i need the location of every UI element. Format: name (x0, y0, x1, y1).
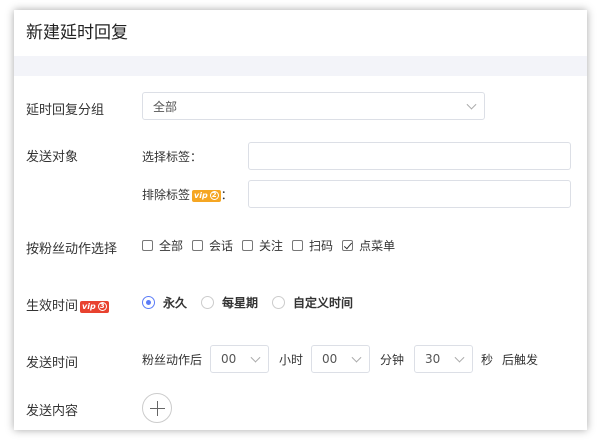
chevron-down-icon (454, 352, 465, 363)
action-checkbox-label: 全部 (159, 239, 184, 253)
action-checkbox[interactable]: 会话 (192, 237, 233, 254)
second-value: 30 (425, 352, 441, 366)
exclude-tags-label-wrap: 排除标签 vip 2： (142, 186, 233, 203)
effective-time-radio[interactable]: 永久 (142, 294, 187, 311)
group-select-value: 全部 (153, 99, 178, 114)
action-checkbox-label: 扫码 (309, 239, 334, 253)
effective-time-radio-label: 自定义时间 (293, 296, 354, 310)
select-tags-input[interactable] (248, 142, 571, 170)
exclude-tags-colon: ： (220, 188, 233, 202)
minute-select[interactable]: 00 (311, 345, 370, 373)
second-select[interactable]: 30 (414, 345, 473, 373)
chevron-down-icon (250, 352, 261, 363)
send-time-prefix: 粉丝动作后 (142, 353, 203, 367)
send-time-suffix: 后触发 (502, 353, 539, 367)
group-select[interactable]: 全部 (142, 92, 485, 120)
effective-time-radio[interactable]: 每星期 (201, 294, 258, 311)
action-checkbox[interactable]: 全部 (142, 237, 183, 254)
vip-badge-text: vip (82, 302, 96, 311)
header-divider-band (14, 56, 587, 76)
vip-level-number: 2 (209, 191, 219, 200)
new-delay-reply-panel: 新建延时回复 延时回复分组 全部 发送对象 选择标签： 排除标签 vip 2： 按粉… (14, 10, 587, 430)
action-checkbox-label: 关注 (259, 239, 284, 253)
chevron-down-icon (466, 99, 477, 110)
vip-badge: vip 2 (192, 189, 221, 202)
content-label: 发送内容 (26, 404, 79, 419)
effective-time-radio[interactable]: 自定义时间 (272, 294, 353, 311)
action-checkbox-label: 会话 (209, 239, 234, 253)
target-label: 发送对象 (26, 150, 79, 165)
action-checkbox[interactable]: 关注 (242, 237, 283, 254)
radio-selected-icon[interactable] (142, 296, 155, 309)
action-checkbox-label: 点菜单 (359, 239, 396, 253)
minute-value: 00 (322, 352, 338, 366)
effective-time-radio-label: 永久 (163, 296, 188, 310)
action-label: 按粉丝动作选择 (26, 242, 118, 257)
effective-time-radio-label: 每星期 (222, 296, 259, 310)
checkbox-checked-icon[interactable] (342, 240, 354, 251)
action-checkbox-group: 全部 会话 关注 扫码 点菜单 (142, 237, 404, 254)
select-tags-label: 选择标签： (142, 150, 203, 164)
exclude-tags-input[interactable] (248, 180, 571, 208)
hour-select[interactable]: 00 (210, 345, 269, 373)
action-checkbox[interactable]: 点菜单 (342, 237, 395, 254)
second-unit: 秒 (481, 353, 494, 367)
minute-unit: 分钟 (380, 353, 405, 367)
checkbox-icon[interactable] (292, 240, 304, 251)
page-title: 新建延时回复 (26, 23, 128, 43)
radio-icon[interactable] (272, 296, 286, 309)
radio-icon[interactable] (201, 296, 215, 309)
checkbox-icon[interactable] (142, 240, 153, 251)
action-checkbox[interactable]: 扫码 (292, 237, 333, 254)
add-content-button[interactable] (142, 393, 172, 423)
group-label: 延时回复分组 (26, 103, 105, 118)
chevron-down-icon (351, 352, 362, 363)
hour-unit: 小时 (279, 353, 304, 367)
vip-level-number: 3 (97, 302, 107, 311)
checkbox-icon[interactable] (192, 240, 204, 251)
effective-time-label-wrap: 生效时间 vip 3 (26, 295, 109, 314)
effective-time-radio-group: 永久 每星期 自定义时间 (142, 294, 367, 311)
vip-badge-text: vip (194, 191, 208, 200)
send-time-label: 发送时间 (26, 356, 79, 371)
hour-value: 00 (221, 352, 237, 366)
vip-badge: vip 3 (80, 300, 109, 313)
effective-time-label: 生效时间 (26, 299, 79, 314)
checkbox-icon[interactable] (242, 240, 254, 251)
exclude-tags-label: 排除标签 (142, 188, 191, 202)
